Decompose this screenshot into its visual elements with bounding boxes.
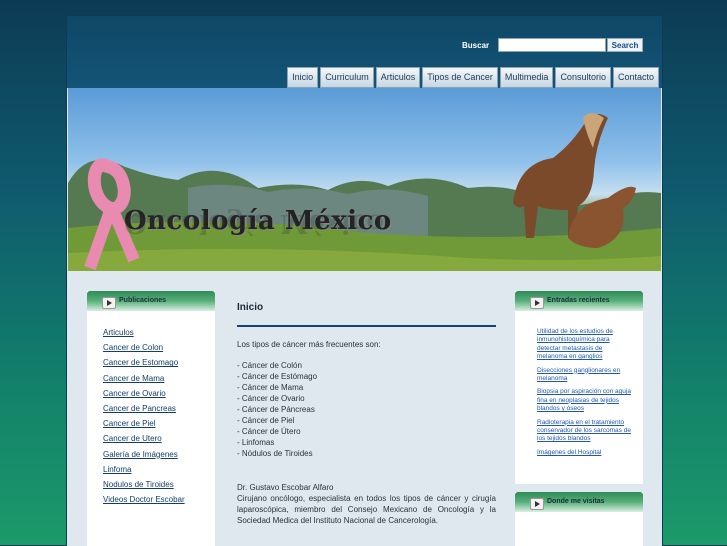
sidebar-publicaciones-header: Publicaciones <box>87 291 215 311</box>
arrow-right-icon <box>530 498 544 510</box>
nav-item-inicio[interactable]: Inicio <box>287 67 319 88</box>
sidebar-link-cancer-de-estomago[interactable]: Cancer de Estomago <box>103 358 215 367</box>
page-container: Buscar Search Inicio Curriculum Articulo… <box>66 15 663 546</box>
list-item: - Linfomas <box>237 438 275 447</box>
recent-post-link[interactable]: Biopsia por aspiración con aguja fina en… <box>537 388 633 413</box>
list-item: - Cáncer de Mama <box>237 383 304 392</box>
sidebar-link-cancer-de-piel[interactable]: Cancer de Piel <box>103 419 215 428</box>
sidebar-link-articulos[interactable]: Articulos <box>103 328 215 337</box>
doctor-info: Dr. Gustavo Escobar Alfaro Cirujano oncó… <box>237 482 496 526</box>
site-title-reflection: Oncología México <box>124 208 384 238</box>
recent-post-link[interactable]: Radioterapia en el tratamiento conservad… <box>537 419 633 444</box>
sidebar-link-cancer-de-colon[interactable]: Cancer de Colon <box>103 343 215 352</box>
arrow-right-icon <box>102 297 116 309</box>
list-item: - Cáncer de Colón <box>237 361 302 370</box>
sidebar-link-galeria-de-imagenes[interactable]: Galería de Imágenes <box>103 450 215 459</box>
sidebar-publicaciones-title: Publicaciones <box>119 297 167 304</box>
sidebar-link-cancer-de-utero[interactable]: Cancer de Utero <box>103 434 215 443</box>
sidebar-publicaciones-links: Articulos Cancer de Colon Cancer de Esto… <box>87 328 215 504</box>
list-item: - Nódulos de Tiroides <box>237 449 313 458</box>
recent-post-link[interactable]: Utilidad de los estudios de inmunohistoq… <box>537 328 633 362</box>
sidebar-recent-header: Entradas recientes <box>515 291 643 311</box>
sidebar-entradas-recientes: Entradas recientes Utilidad de los estud… <box>515 291 643 484</box>
recent-post-link[interactable]: Imágenes del Hospital <box>537 449 633 457</box>
main-nav: Inicio Curriculum Articulos Tipos de Can… <box>287 67 659 88</box>
list-item: - Cáncer de Útero <box>237 427 301 436</box>
title-divider <box>237 325 496 327</box>
sidebar-publicaciones: Publicaciones Articulos Cancer de Colon … <box>87 291 215 546</box>
sidebar-recent-title: Entradas recientes <box>547 297 610 304</box>
list-item: - Cáncer de Estómago <box>237 372 318 381</box>
arrow-right-icon <box>530 297 544 309</box>
nav-item-articulos[interactable]: Articulos <box>375 67 421 88</box>
list-item: - Cáncer de Páncreas <box>237 405 315 414</box>
header-bar: Buscar Search Inicio Curriculum Articulo… <box>67 16 662 88</box>
nav-item-multimedia[interactable]: Multimedia <box>499 67 554 88</box>
search-input[interactable] <box>498 38 606 52</box>
recent-posts-list: Utilidad de los estudios de inmunohistoq… <box>515 328 643 457</box>
sidebar-visit-title: Donde me visitas <box>547 498 605 505</box>
page-title: Inicio <box>237 302 264 313</box>
doctor-name: Dr. Gustavo Escobar Alfaro <box>237 483 334 492</box>
nav-item-contacto[interactable]: Contacto <box>612 67 659 88</box>
sidebar-link-videos-doctor-escobar[interactable]: Videos Doctor Escobar <box>103 495 215 504</box>
search-button[interactable]: Search <box>607 38 643 52</box>
list-item: - Cáncer de Ovario <box>237 394 305 403</box>
nav-item-curriculum[interactable]: Curriculum <box>320 67 374 88</box>
nav-item-tipos-de-cancer[interactable]: Tipos de Cancer <box>422 67 498 88</box>
list-item: - Cáncer de Piel <box>237 416 295 425</box>
nav-item-consultorio[interactable]: Consultorio <box>555 67 611 88</box>
sidebar-link-linfoma[interactable]: Linfoma <box>103 465 215 474</box>
sidebar-link-cancer-de-pancreas[interactable]: Cancer de Pancreas <box>103 404 215 413</box>
sidebar-link-nodulos-de-tiroides[interactable]: Nodulos de Tiroides <box>103 480 215 489</box>
sidebar-link-cancer-de-mama[interactable]: Cancer de Mama <box>103 374 215 383</box>
doctor-bio: Cirujano oncólogo, especialista en todos… <box>237 494 496 525</box>
cancer-type-list: - Cáncer de Colón - Cáncer de Estómago -… <box>237 360 496 459</box>
content-body: Los tipos de cáncer más frecuentes son: … <box>237 339 496 526</box>
sidebar-visit-header: Donde me visitas <box>515 492 643 512</box>
header-banner: Oncología México Oncología México <box>68 88 661 271</box>
recent-post-link[interactable]: Disecciones ganglionares en melanoma <box>537 367 633 384</box>
sidebar-donde-me-visitas: Donde me visitas <box>515 492 643 546</box>
main-content: Inicio Los tipos de cáncer más frecuente… <box>217 288 497 546</box>
sidebar-link-cancer-de-ovario[interactable]: Cancer de Ovario <box>103 389 215 398</box>
banner-landscape <box>68 113 661 271</box>
intro-text: Los tipos de cáncer más frecuentes son: <box>237 340 381 349</box>
search-label: Buscar <box>462 41 490 50</box>
horse-illustration <box>513 113 636 248</box>
